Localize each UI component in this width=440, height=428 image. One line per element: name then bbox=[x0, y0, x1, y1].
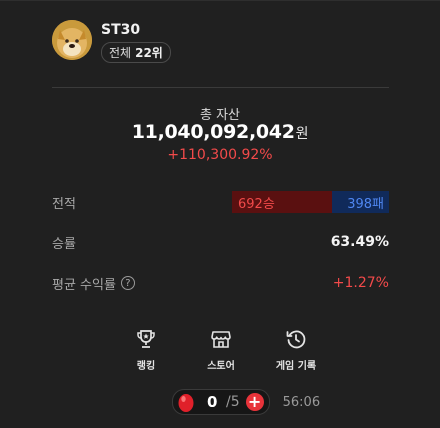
rank-value: 22위 bbox=[135, 46, 163, 60]
trophy-icon bbox=[137, 330, 155, 348]
plus-icon: + bbox=[247, 392, 262, 411]
rank-label: 전체 bbox=[109, 46, 132, 60]
losses-segment: 398패 bbox=[332, 191, 389, 213]
win-rate-label: 승률 bbox=[52, 236, 76, 252]
currency-unit: 원 bbox=[295, 126, 309, 142]
rank-badge: 전체 22위 bbox=[101, 42, 171, 63]
avg-return-row: 평균 수익률 ? +1.27% bbox=[52, 272, 389, 294]
top-border bbox=[0, 0, 440, 1]
energy-max: /5 bbox=[226, 394, 240, 410]
username: ST30 bbox=[101, 22, 141, 38]
red-egg-icon bbox=[178, 394, 194, 412]
avg-return-label-group: 평균 수익률 ? bbox=[52, 274, 135, 293]
question-circle-icon[interactable]: ? bbox=[120, 276, 135, 290]
nav-store[interactable]: 스토어 bbox=[186, 328, 256, 372]
win-rate-value: 63.49% bbox=[330, 234, 389, 250]
energy-counter: 0 /5 + bbox=[172, 389, 270, 415]
nav-ranking[interactable]: 랭킹 bbox=[111, 328, 181, 372]
avatar[interactable] bbox=[52, 20, 92, 60]
record-row: 전적 692승 398패 bbox=[52, 191, 389, 213]
nav-ranking-label: 랭킹 bbox=[136, 361, 156, 372]
history-icon bbox=[286, 330, 306, 349]
avg-return-label: 평균 수익률 bbox=[52, 277, 116, 293]
add-energy-button[interactable]: + bbox=[245, 392, 264, 411]
avg-return-value: +1.27% bbox=[332, 275, 389, 291]
win-loss-bar: 692승 398패 bbox=[232, 191, 389, 213]
total-assets-amount: 11,040,092,042 bbox=[131, 121, 295, 143]
energy-bar: 0 /5 + 56:06 bbox=[172, 389, 320, 415]
nav-game-history[interactable]: 게임 기록 bbox=[261, 328, 331, 372]
section-divider bbox=[52, 87, 389, 88]
profile-header: ST30 전체 22위 bbox=[52, 20, 171, 63]
doge-avatar-icon bbox=[52, 20, 92, 60]
store-icon bbox=[211, 331, 231, 348]
energy-count: 0 bbox=[207, 393, 218, 411]
nav-game-history-label: 게임 기록 bbox=[275, 361, 317, 372]
wins-segment: 692승 bbox=[232, 191, 332, 213]
nav-store-label: 스토어 bbox=[207, 361, 235, 372]
total-assets-value: 11,040,092,042원 bbox=[0, 121, 440, 143]
win-rate-row: 승률 63.49% bbox=[52, 231, 389, 253]
recharge-timer: 56:06 bbox=[282, 394, 321, 410]
total-return-rate: +110,300.92% bbox=[167, 147, 273, 163]
record-label: 전적 bbox=[52, 196, 76, 212]
